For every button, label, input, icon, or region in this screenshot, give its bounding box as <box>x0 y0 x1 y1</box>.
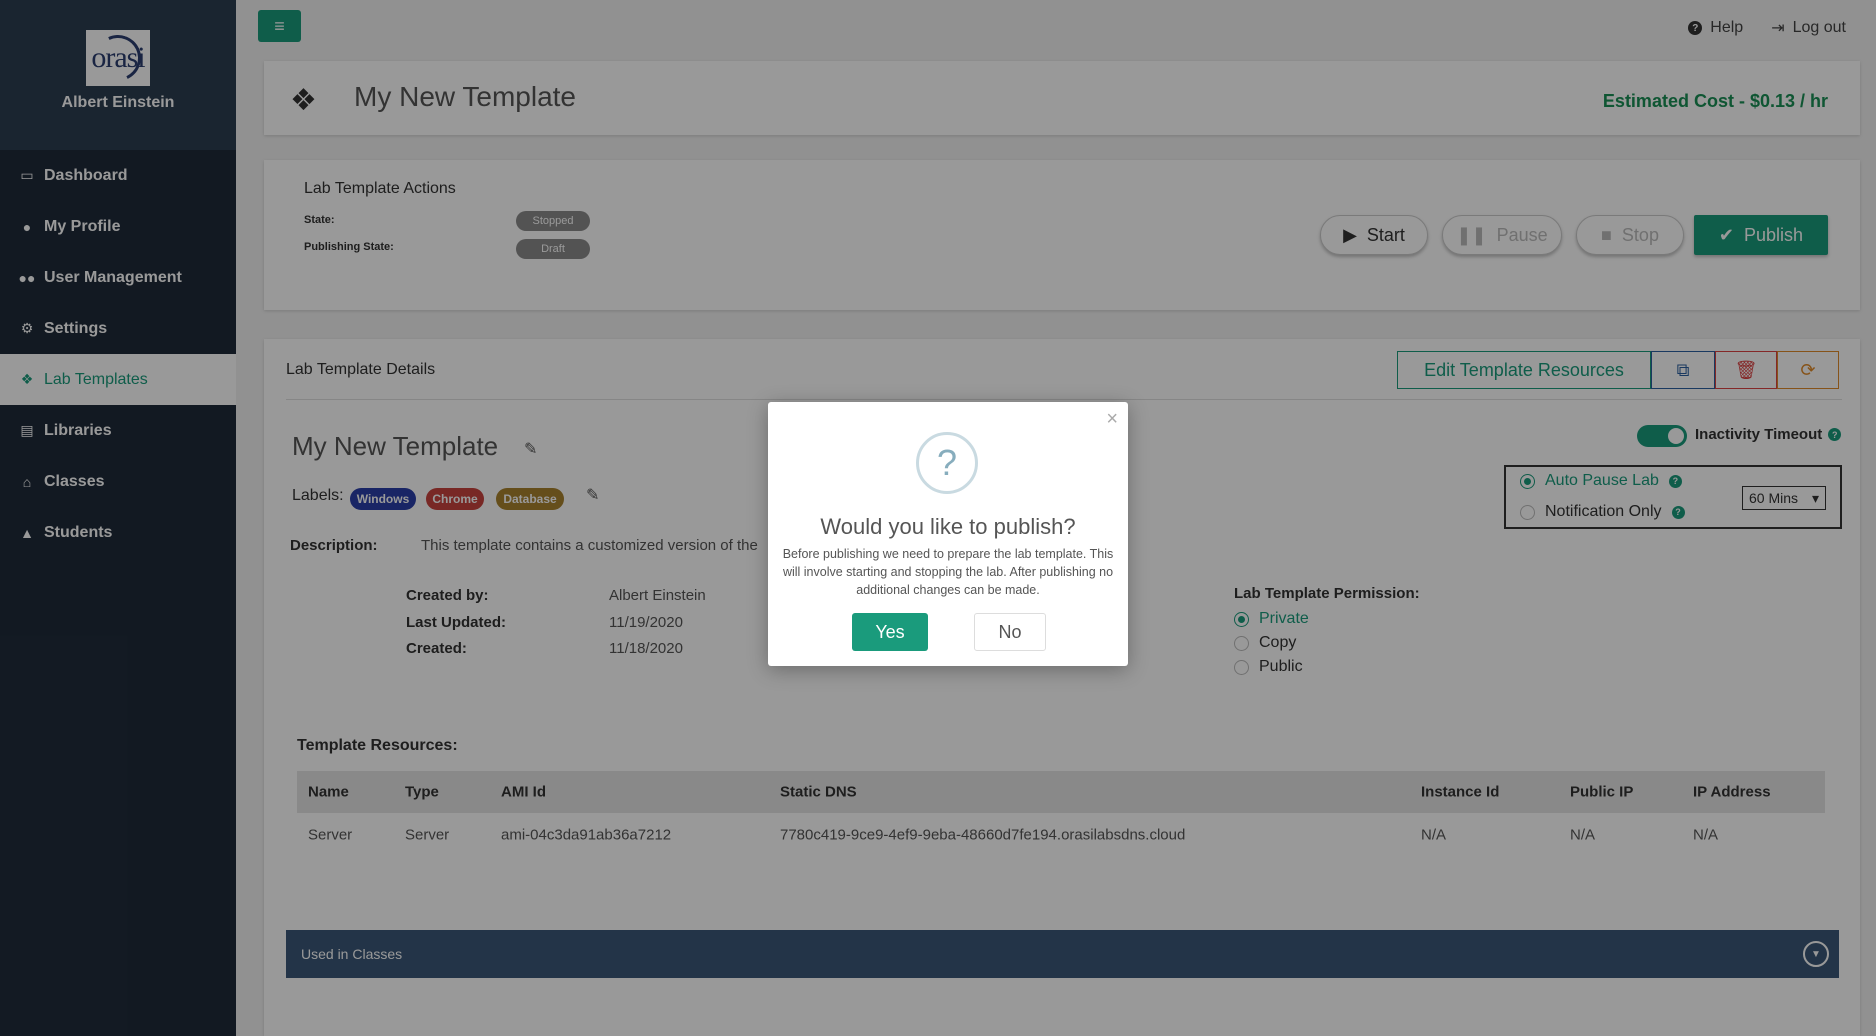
question-icon: ? <box>916 432 978 494</box>
yes-button[interactable]: Yes <box>852 613 928 651</box>
close-icon[interactable]: × <box>1106 408 1118 431</box>
publish-confirm-dialog: × ? Would you like to publish? Before pu… <box>768 402 1128 666</box>
dialog-text: Before publishing we need to prepare the… <box>782 547 1114 597</box>
dialog-title: Would you like to publish? <box>820 514 1076 539</box>
no-button[interactable]: No <box>974 613 1046 651</box>
